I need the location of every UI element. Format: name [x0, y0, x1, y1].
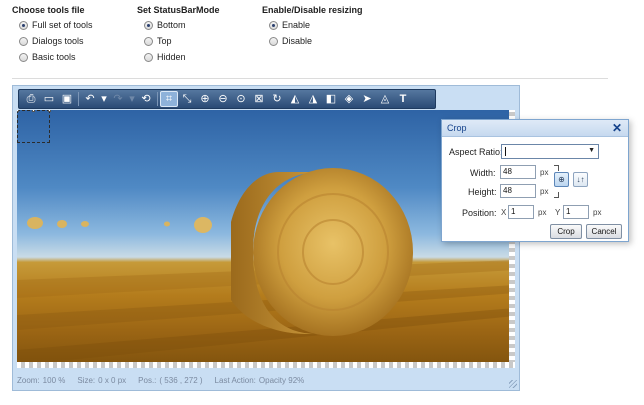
close-icon[interactable]: ✕ — [612, 121, 622, 135]
separator — [12, 78, 608, 79]
zoom-label: Zoom: — [17, 376, 40, 385]
chevron-down-icon: ▼ — [588, 147, 595, 154]
radio-disable[interactable] — [269, 36, 278, 46]
radio-basic[interactable] — [19, 52, 28, 62]
radio-bottom[interactable] — [144, 20, 153, 30]
undo-dropdown-icon[interactable]: ▾ — [99, 91, 109, 107]
radio-hidden[interactable] — [144, 52, 153, 62]
tools-file-title: Choose tools file — [12, 5, 85, 15]
zoom-in-icon[interactable]: ⊕ — [196, 91, 214, 107]
tools-file-option-basic[interactable]: Basic tools — [19, 49, 93, 65]
sharpen-icon[interactable]: ◈ — [340, 91, 358, 107]
tools-file-option-full[interactable]: Full set of tools — [19, 17, 93, 33]
resizing-title: Enable/Disable resizing — [262, 5, 363, 15]
width-label: Width: — [470, 168, 496, 178]
print-icon[interactable]: ⎙ — [22, 91, 40, 107]
lock-aspect-icon[interactable]: ⊕ — [554, 172, 569, 187]
shape-icon[interactable]: ◬ — [376, 91, 394, 107]
x-unit: px — [538, 208, 547, 217]
statusbar-mode-group: Set StatusBarMode Bottom Top Hidden — [137, 4, 220, 65]
y-label: Y — [555, 208, 561, 217]
link-bracket — [554, 165, 559, 171]
canvas-resize-icon[interactable]: ⊠ — [250, 91, 268, 107]
radio-top[interactable] — [144, 36, 153, 46]
crop-selection[interactable] — [17, 110, 51, 143]
cancel-button[interactable]: Cancel — [586, 224, 622, 239]
width-field[interactable]: 48 — [500, 165, 536, 179]
statusbar-option-top[interactable]: Top — [144, 33, 220, 49]
position-x-field[interactable]: 1 — [508, 205, 534, 219]
rotate-icon[interactable]: ↻ — [268, 91, 286, 107]
crop-dialog: Crop ✕ Aspect Ratio: ▼ Width: 48 px Heig… — [441, 119, 629, 242]
last-action-label: Last Action: — [214, 376, 256, 385]
aspect-ratio-select[interactable]: ▼ — [501, 144, 599, 159]
resizing-option-enable[interactable]: Enable — [269, 17, 363, 33]
zoom-fit-icon[interactable]: ⊙ — [232, 91, 250, 107]
radio-dialogs[interactable] — [19, 36, 28, 46]
height-field[interactable]: 48 — [500, 184, 536, 198]
radio-label: Disable — [282, 36, 313, 46]
draw-icon[interactable]: ➤ — [358, 91, 376, 107]
height-unit: px — [540, 187, 549, 196]
editor-toolbar: ⎙ ▭ ▣ ↶ ▾ ↷ ▾ ⟲ ⌗ ⤡ ⊕ ⊖ ⊙ ⊠ ↻ ◭ ◮ ◧ ◈ ➤ … — [18, 89, 436, 109]
text-icon[interactable]: T — [394, 91, 412, 107]
width-unit: px — [540, 168, 549, 177]
crop-dialog-titlebar[interactable]: Crop ✕ — [442, 120, 628, 137]
radio-full-set[interactable] — [19, 20, 28, 30]
save-icon[interactable]: ▣ — [58, 91, 76, 107]
open-icon[interactable]: ▭ — [40, 91, 58, 107]
y-unit: px — [593, 208, 602, 217]
radio-label: Dialogs tools — [32, 36, 84, 46]
transparent-edge-bottom — [17, 362, 515, 368]
toolbar-separator — [78, 92, 79, 106]
resizing-group: Enable/Disable resizing Enable Disable — [262, 4, 363, 49]
tools-file-group: Choose tools file Full set of tools Dial… — [12, 4, 93, 65]
last-action-value: Opacity 92% — [258, 376, 305, 385]
swap-dimensions-icon[interactable]: ↓↑ — [573, 172, 588, 187]
toolbar-separator — [157, 92, 158, 106]
height-label: Height: — [468, 187, 497, 197]
size-value: 0 x 0 px — [98, 376, 127, 385]
statusbar-mode-title: Set StatusBarMode — [137, 5, 220, 15]
reset-icon[interactable]: ⟲ — [137, 91, 155, 107]
radio-label: Hidden — [157, 52, 186, 62]
radio-label: Top — [157, 36, 172, 46]
selection-handle[interactable] — [32, 110, 35, 112]
tools-file-option-dialogs[interactable]: Dialogs tools — [19, 33, 93, 49]
flip-horizontal-icon[interactable]: ◭ — [286, 91, 304, 107]
crop-icon[interactable]: ⌗ — [160, 91, 178, 107]
redo-dropdown-icon[interactable]: ▾ — [127, 91, 137, 107]
crop-button[interactable]: Crop — [550, 224, 582, 239]
zoom-out-icon[interactable]: ⊖ — [214, 91, 232, 107]
undo-icon[interactable]: ↶ — [81, 91, 99, 107]
position-y-field[interactable]: 1 — [563, 205, 589, 219]
statusbar-option-bottom[interactable]: Bottom — [144, 17, 220, 33]
radio-enable[interactable] — [269, 20, 278, 30]
radio-label: Basic tools — [32, 52, 76, 62]
resize-icon[interactable]: ⤡ — [178, 91, 196, 107]
flip-vertical-icon[interactable]: ◮ — [304, 91, 322, 107]
text-cursor — [505, 147, 506, 156]
aspect-ratio-label: Aspect Ratio: — [449, 147, 503, 157]
crop-dialog-title: Crop — [447, 123, 467, 133]
position-label: Position: — [462, 208, 497, 218]
resizing-option-disable[interactable]: Disable — [269, 33, 363, 49]
size-label: Size: — [77, 376, 96, 385]
pos-label: Pos.: — [138, 376, 157, 385]
zoom-value: 100 % — [42, 376, 66, 385]
radio-label: Enable — [282, 20, 311, 30]
radio-label: Full set of tools — [32, 20, 93, 30]
redo-icon[interactable]: ↷ — [109, 91, 127, 107]
radio-label: Bottom — [157, 20, 186, 30]
selection-handle[interactable] — [48, 110, 51, 112]
resize-grip[interactable] — [509, 380, 517, 388]
status-bar: Zoom: 100 % Size: 0 x 0 px Pos.: ( 536 ,… — [17, 374, 304, 387]
pos-value: ( 536 , 272 ) — [159, 376, 203, 385]
link-bracket — [554, 192, 559, 198]
adjust-icon[interactable]: ◧ — [322, 91, 340, 107]
x-label: X — [501, 208, 507, 217]
selection-handle[interactable] — [17, 110, 19, 112]
statusbar-option-hidden[interactable]: Hidden — [144, 49, 220, 65]
